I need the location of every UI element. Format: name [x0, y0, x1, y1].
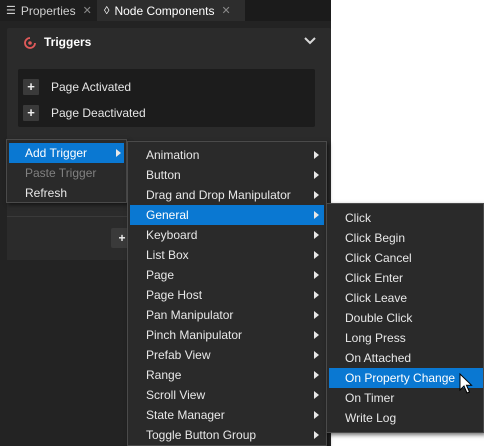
menu-item-paste-trigger: Paste Trigger — [9, 163, 124, 183]
menu-item-trigger[interactable]: Click Enter — [329, 268, 483, 288]
trigger-row[interactable]: + Page Activated — [23, 76, 131, 98]
menu-item-label: On Timer — [345, 391, 395, 405]
close-icon[interactable]: ✕ — [83, 4, 92, 17]
menu-item-label: Keyboard — [146, 228, 198, 242]
trigger-list: + Page Activated + Page Deactivated — [18, 69, 315, 127]
menu-item-trigger[interactable]: On Attached — [329, 348, 483, 368]
menu-item-label: On Attached — [345, 351, 412, 365]
general-triggers-menu: Click Click Begin Click Cancel Click Ent… — [326, 203, 484, 433]
menu-item-category[interactable]: Page Host — [130, 285, 324, 305]
menu-item-label: Prefab View — [146, 348, 211, 362]
section-title: Triggers — [44, 35, 92, 49]
menu-item-label: General — [146, 208, 189, 222]
trigger-icon — [24, 37, 36, 49]
submenu-arrow-icon — [314, 271, 319, 279]
submenu-arrow-icon — [116, 149, 121, 157]
menu-item-category[interactable]: State Manager — [130, 405, 324, 425]
menu-item-label: Click Enter — [345, 271, 404, 285]
tab-properties[interactable]: ☰ Properties ✕ — [0, 0, 97, 21]
triggers-section-header[interactable]: Triggers — [7, 28, 331, 56]
menu-item-label: List Box — [146, 248, 189, 262]
menu-item-label: Click Begin — [345, 231, 406, 245]
menu-item-category[interactable]: Animation — [130, 145, 324, 165]
menu-item-category[interactable]: Keyboard — [130, 225, 324, 245]
trigger-label: Page Activated — [51, 80, 132, 94]
expand-trigger-button[interactable]: + — [23, 105, 39, 121]
menu-item-category[interactable]: Toggle Button Group — [130, 425, 324, 445]
menu-item-trigger[interactable]: Long Press — [329, 328, 483, 348]
menu-item-category[interactable]: Pinch Manipulator — [130, 325, 324, 345]
chevron-down-icon[interactable] — [303, 34, 317, 48]
menu-item-label: State Manager — [146, 408, 225, 422]
submenu-arrow-icon — [314, 231, 319, 239]
submenu-arrow-icon — [314, 211, 319, 219]
menu-item-trigger[interactable]: Write Log — [329, 408, 483, 428]
menu-item-label: Click — [345, 211, 371, 225]
menu-item-label: Range — [146, 368, 182, 382]
menu-item-label: Click Leave — [345, 291, 408, 305]
trigger-label: Page Deactivated — [51, 106, 146, 120]
submenu-arrow-icon — [314, 151, 319, 159]
menu-item-category[interactable]: Scroll View — [130, 385, 324, 405]
submenu-arrow-icon — [314, 351, 319, 359]
tab-node-components[interactable]: ◊ Node Components ✕ — [97, 0, 245, 21]
mouse-cursor-icon — [459, 373, 473, 394]
menu-item-category[interactable]: Pan Manipulator — [130, 305, 324, 325]
menu-item-label: On Property Change — [345, 371, 456, 385]
menu-item-trigger[interactable]: Click Leave — [329, 288, 483, 308]
menu-item-label: Click Cancel — [345, 251, 412, 265]
menu-item-label: Page — [146, 268, 175, 282]
menu-item-label: Page Host — [146, 288, 203, 302]
close-icon[interactable]: ✕ — [222, 4, 231, 17]
submenu-arrow-icon — [314, 371, 319, 379]
menu-item-label: Double Click — [345, 311, 413, 325]
menu-item-category[interactable]: Drag and Drop Manipulator — [130, 185, 324, 205]
submenu-arrow-icon — [314, 191, 319, 199]
menu-item-label: Animation — [146, 148, 200, 162]
submenu-arrow-icon — [314, 171, 319, 179]
menu-item-add-trigger[interactable]: Add Trigger — [9, 143, 124, 163]
tab-node-components-label: Node Components — [114, 3, 215, 18]
menu-item-refresh[interactable]: Refresh — [9, 183, 124, 203]
menu-item-label: Scroll View — [146, 388, 206, 402]
menu-item-trigger[interactable]: Click Cancel — [329, 248, 483, 268]
menu-item-category[interactable]: Range — [130, 365, 324, 385]
submenu-arrow-icon — [314, 411, 319, 419]
menu-item-category[interactable]: Page — [130, 265, 324, 285]
menu-item-category[interactable]: Prefab View — [130, 345, 324, 365]
menu-item-label: Pinch Manipulator — [146, 328, 243, 342]
menu-item-label: Paste Trigger — [25, 166, 97, 180]
submenu-arrow-icon — [314, 311, 319, 319]
menu-item-category[interactable]: List Box — [130, 245, 324, 265]
menu-item-trigger[interactable]: Click — [329, 208, 483, 228]
trigger-categories-menu: Animation Button Drag and Drop Manipulat… — [127, 141, 327, 446]
menu-item-label: Button — [146, 168, 181, 182]
menu-item-label: Add Trigger — [25, 146, 88, 160]
trigger-context-menu: Add Trigger Paste Trigger Refresh — [6, 139, 127, 203]
menu-item-label: Pan Manipulator — [146, 308, 234, 322]
list-icon: ☰ — [6, 5, 16, 17]
menu-item-label: Long Press — [345, 331, 406, 345]
menu-item-trigger[interactable]: Double Click — [329, 308, 483, 328]
menu-item-category-general[interactable]: General — [130, 205, 324, 225]
menu-item-label: Toggle Button Group — [146, 428, 257, 442]
menu-item-label: Refresh — [25, 186, 68, 200]
submenu-arrow-icon — [314, 251, 319, 259]
submenu-arrow-icon — [314, 291, 319, 299]
trigger-row[interactable]: + Page Deactivated — [23, 102, 146, 124]
submenu-arrow-icon — [314, 331, 319, 339]
menu-item-trigger[interactable]: Click Begin — [329, 228, 483, 248]
submenu-arrow-icon — [314, 391, 319, 399]
tab-bar: ☰ Properties ✕ ◊ Node Components ✕ — [0, 0, 331, 21]
node-components-icon: ◊ — [104, 4, 110, 17]
tab-properties-label: Properties — [20, 3, 76, 18]
submenu-arrow-icon — [314, 431, 319, 439]
menu-item-label: Drag and Drop Manipulator — [146, 188, 291, 202]
expand-trigger-button[interactable]: + — [23, 79, 39, 95]
menu-item-label: Write Log — [345, 411, 397, 425]
menu-item-category[interactable]: Button — [130, 165, 324, 185]
